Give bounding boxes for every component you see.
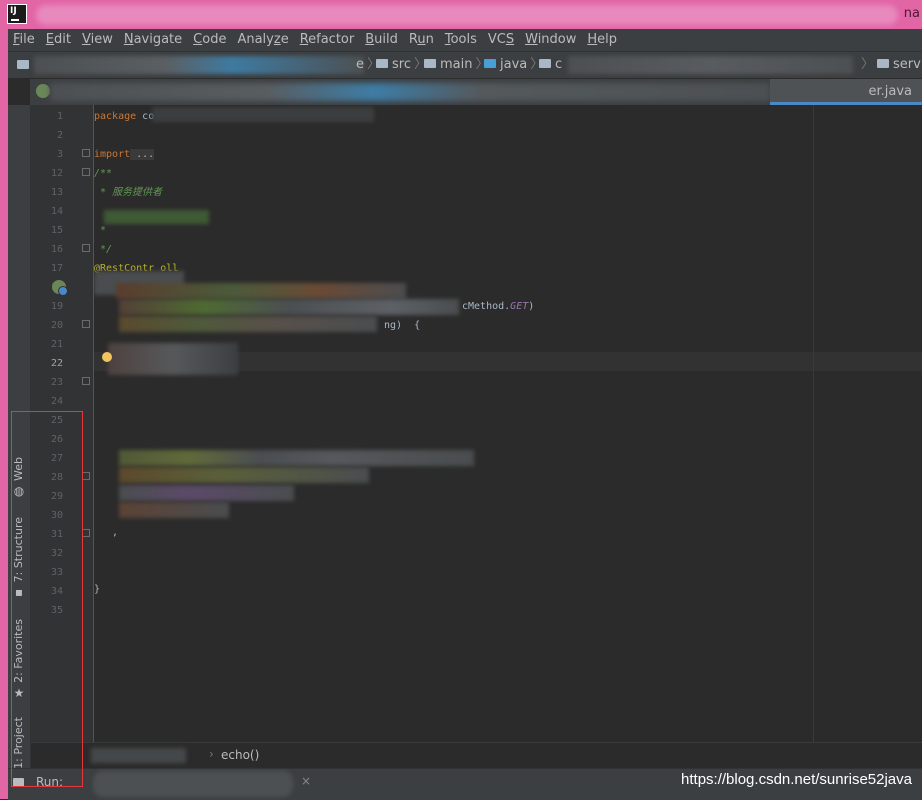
fold-marker[interactable] xyxy=(82,472,90,480)
menu-window[interactable]: Window xyxy=(520,30,582,50)
redacted-path xyxy=(34,56,364,74)
menu-file[interactable]: File xyxy=(8,30,41,50)
breadcrumb-item-main[interactable]: main 〉 xyxy=(424,56,492,74)
fold-marker[interactable] xyxy=(82,377,90,385)
code-line-13: * 服务提供者 xyxy=(94,187,163,198)
redacted-breadcrumb xyxy=(91,748,186,763)
line-number[interactable]: 24 xyxy=(31,392,63,411)
menu-edit[interactable]: Edit xyxy=(41,30,77,50)
code-line-12: /** xyxy=(94,168,113,179)
menu-bar: File Edit View Navigate Code Analyze Refactor B… xyxy=(8,29,922,52)
menu-view[interactable]: View xyxy=(77,30,119,50)
package-icon xyxy=(539,59,551,68)
code-line-31: , xyxy=(94,527,119,538)
close-icon[interactable]: × xyxy=(301,774,311,788)
code-line-16: */ xyxy=(94,244,113,255)
redacted-code xyxy=(108,343,238,375)
redacted-code xyxy=(119,450,474,466)
line-number[interactable]: 23 xyxy=(31,373,63,392)
redacted-code xyxy=(119,299,459,315)
menu-vcs[interactable]: VCS xyxy=(483,30,520,50)
breadcrumb-item-package[interactable]: c xyxy=(539,56,562,74)
spring-bean-gutter-icon[interactable] xyxy=(52,280,68,296)
code-line-1: package co xyxy=(94,111,155,122)
fold-marker[interactable] xyxy=(82,320,90,328)
redacted-tabs xyxy=(50,83,770,101)
redacted-path xyxy=(568,56,853,74)
editor-tab-bar: er.java xyxy=(30,79,922,106)
line-number[interactable]: 14 xyxy=(31,202,63,221)
line-number[interactable]: 12 xyxy=(31,164,63,183)
highlight-annotation-box xyxy=(11,411,83,787)
line-number[interactable]: 22 xyxy=(31,354,63,373)
fold-marker[interactable] xyxy=(82,168,90,176)
navigation-bar: e〉 src〉 main〉 java〉 c 〉service xyxy=(8,52,922,79)
menu-refactor[interactable]: Refactor xyxy=(295,30,361,50)
code-line-20: ng) { xyxy=(384,320,421,331)
breadcrumb-item-service[interactable]: 〉service xyxy=(858,56,922,74)
right-margin-guide xyxy=(813,105,814,742)
line-number[interactable]: 1 xyxy=(31,107,63,126)
menu-analyze[interactable]: Analyze xyxy=(232,30,294,50)
menu-help[interactable]: Help xyxy=(582,30,623,50)
fold-marker[interactable] xyxy=(82,149,90,157)
line-number[interactable]: 13 xyxy=(31,183,63,202)
line-number[interactable]: 16 xyxy=(31,240,63,259)
line-number[interactable]: 17 xyxy=(31,259,63,278)
fold-marker[interactable] xyxy=(82,529,90,537)
intellij-logo-icon: IJ xyxy=(7,4,27,24)
code-line-19: cMethod.GET) xyxy=(462,301,535,312)
intention-bulb-icon[interactable] xyxy=(102,352,112,362)
redacted-code xyxy=(119,502,229,518)
window-border xyxy=(0,29,8,799)
window-title-redacted xyxy=(36,5,898,25)
fold-marker[interactable] xyxy=(82,244,90,252)
line-number[interactable]: 20 xyxy=(31,316,63,335)
breadcrumb-item-java[interactable]: java 〉 xyxy=(484,56,546,74)
folder-icon xyxy=(376,59,388,68)
breadcrumb-item-src[interactable]: src 〉 xyxy=(376,56,430,74)
line-number[interactable]: 19 xyxy=(31,297,63,316)
line-number[interactable]: 2 xyxy=(31,126,63,145)
line-number[interactable]: 3 xyxy=(31,145,63,164)
source-folder-icon xyxy=(484,59,496,68)
menu-tools[interactable]: Tools xyxy=(440,30,483,50)
redacted-code xyxy=(152,107,374,122)
tab-label: er.java xyxy=(868,84,912,99)
menu-run[interactable]: Run xyxy=(404,30,440,50)
window-title-tail: na xyxy=(903,6,920,21)
redacted-run-config xyxy=(93,771,293,797)
breadcrumb-method[interactable]: echo() xyxy=(221,748,259,762)
editor-breadcrumb-bar: › echo() xyxy=(31,742,922,769)
redacted-code xyxy=(119,467,369,483)
project-folder-icon xyxy=(17,60,29,69)
tab-active-file[interactable]: er.java xyxy=(770,79,922,105)
spring-icon xyxy=(36,84,50,98)
line-number[interactable]: 15 xyxy=(31,221,63,240)
title-bar: IJ na xyxy=(0,0,922,29)
menu-navigate[interactable]: Navigate xyxy=(119,30,188,50)
line-number[interactable]: 21 xyxy=(31,335,63,354)
folder-icon xyxy=(424,59,436,68)
code-line-15: * xyxy=(94,225,107,236)
menu-build[interactable]: Build xyxy=(360,30,404,50)
redacted-code xyxy=(116,283,406,299)
chevron-right-icon: › xyxy=(209,747,214,761)
redacted-code xyxy=(104,210,209,224)
package-icon xyxy=(877,59,890,68)
run-tool-bar: Run: × https://blog.csdn.net/sunrise52ja… xyxy=(8,768,922,800)
code-line-34: } xyxy=(94,584,101,595)
watermark-text: https://blog.csdn.net/sunrise52java xyxy=(681,771,912,788)
menu-code[interactable]: Code xyxy=(188,30,232,50)
code-line-3: import ... xyxy=(94,149,155,160)
code-editor[interactable]: package co import ... /** * 服务提供者 * */ @… xyxy=(94,105,922,742)
redacted-code xyxy=(119,485,294,501)
redacted-code xyxy=(119,316,377,332)
